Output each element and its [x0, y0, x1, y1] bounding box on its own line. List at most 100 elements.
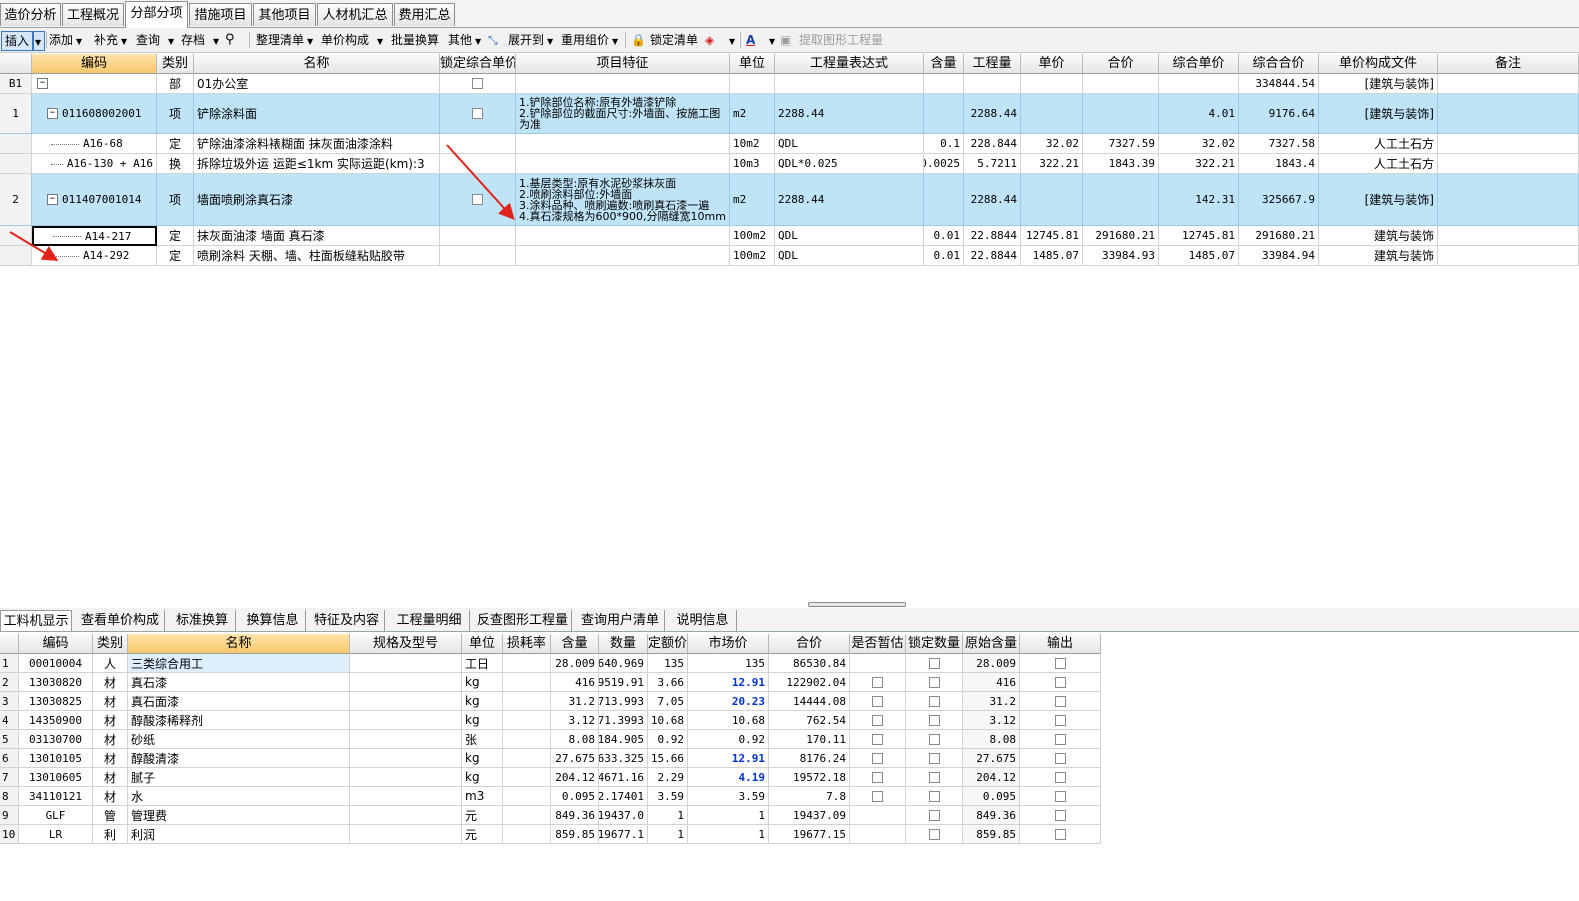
lock-quantity-checkbox-cell[interactable] — [906, 730, 963, 749]
resource-row[interactable]: 7 13010605 材腻子 kg 204.12 4671.16 2.29 4.19 19572… — [0, 768, 1101, 787]
header-market-price[interactable]: 市场价 — [688, 634, 769, 654]
unit-cell[interactable]: 张 — [462, 730, 503, 749]
content-cell[interactable]: 0.095 — [551, 787, 599, 806]
spec-cell[interactable] — [350, 806, 462, 825]
quantity-cell[interactable]: 640.969 — [599, 654, 648, 673]
output-checkbox-cell[interactable] — [1020, 654, 1101, 673]
estimate-checkbox[interactable] — [872, 771, 883, 783]
row-number[interactable]: 9 — [0, 806, 19, 825]
type-cell[interactable]: 材 — [93, 787, 128, 806]
code-cell[interactable]: 13030825 — [19, 692, 93, 711]
output-checkbox[interactable] — [1054, 657, 1066, 669]
spec-cell[interactable] — [350, 730, 462, 749]
lock-quantity-checkbox-cell[interactable] — [906, 787, 963, 806]
code-cell[interactable]: 14350900 — [19, 711, 93, 730]
output-checkbox[interactable] — [1054, 752, 1066, 764]
row-number[interactable]: 8 — [0, 787, 19, 806]
spec-cell[interactable] — [350, 749, 462, 768]
tab-query-user-list[interactable]: 查询用户清单 — [576, 610, 665, 631]
quota-price-cell[interactable]: 10.68 — [648, 711, 688, 730]
resource-row[interactable]: 3 13030825 材真石面漆 kg 31.2 713.993 7.05 20.23 1444… — [0, 692, 1101, 711]
unit-cell[interactable]: kg — [462, 673, 503, 692]
tab-reverse-graphic-quantity[interactable]: 反查图形工程量 — [474, 610, 572, 631]
lock-quantity-checkbox[interactable] — [928, 752, 940, 764]
quantity-cell[interactable]: 633.325 — [599, 749, 648, 768]
code-cell[interactable]: GLF — [19, 806, 93, 825]
unit-cell[interactable]: 工日 — [462, 654, 503, 673]
total-cell[interactable]: 19572.18 — [769, 768, 850, 787]
tab-view-unit-composition[interactable]: 查看单价构成 — [76, 610, 165, 631]
total-cell[interactable]: 762.54 — [769, 711, 850, 730]
type-cell[interactable]: 材 — [93, 768, 128, 787]
lock-quantity-checkbox-cell[interactable] — [906, 673, 963, 692]
estimate-checkbox-cell[interactable] — [850, 768, 906, 787]
type-cell[interactable]: 材 — [93, 730, 128, 749]
code-cell[interactable]: 13010605 — [19, 768, 93, 787]
row-number[interactable]: 1 — [0, 654, 19, 673]
quantity-cell[interactable]: 2.17401 — [599, 787, 648, 806]
content-cell[interactable]: 859.85 — [551, 825, 599, 844]
resource-row[interactable]: 1 00010004 人三类综合用工 工日 28.009 640.969 135 135 865… — [0, 654, 1101, 673]
output-checkbox[interactable] — [1054, 790, 1066, 802]
original-content-cell[interactable]: 3.12 — [963, 711, 1020, 730]
output-checkbox-cell[interactable] — [1020, 787, 1101, 806]
lock-quantity-checkbox-cell[interactable] — [906, 654, 963, 673]
row-number[interactable]: 6 — [0, 749, 19, 768]
original-content-cell[interactable]: 849.36 — [963, 806, 1020, 825]
row-number[interactable]: 7 — [0, 768, 19, 787]
loss-rate-cell[interactable] — [503, 692, 551, 711]
estimate-checkbox-cell[interactable] — [850, 711, 906, 730]
estimate-checkbox[interactable] — [872, 790, 883, 802]
resource-row[interactable]: 9 GLF 管管理费元 849.36 19437.0 1 1 19437.09 849.36 — [0, 806, 1101, 825]
original-content-cell[interactable]: 8.08 — [963, 730, 1020, 749]
original-content-cell[interactable]: 27.675 — [963, 749, 1020, 768]
lock-quantity-checkbox[interactable] — [928, 695, 940, 707]
total-cell[interactable]: 7.8 — [769, 787, 850, 806]
output-checkbox[interactable] — [1054, 733, 1066, 745]
quota-price-cell[interactable]: 1 — [648, 806, 688, 825]
header-type[interactable]: 类别 — [93, 634, 128, 654]
total-cell[interactable]: 170.11 — [769, 730, 850, 749]
quota-price-cell[interactable]: 3.59 — [648, 787, 688, 806]
header-code[interactable]: 编码 — [19, 634, 93, 654]
resource-row[interactable]: 2 13030820 材真石漆 kg 416 9519.91 3.66 12.91 122902… — [0, 673, 1101, 692]
quota-price-cell[interactable]: 7.05 — [648, 692, 688, 711]
row-number[interactable]: 10 — [0, 825, 19, 844]
quantity-cell[interactable]: 19677.1 — [599, 825, 648, 844]
market-price-cell[interactable]: 3.59 — [688, 787, 769, 806]
estimate-checkbox-cell[interactable] — [850, 825, 906, 844]
name-cell[interactable]: 醇酸漆稀释剂 — [128, 711, 350, 730]
type-cell[interactable]: 材 — [93, 711, 128, 730]
unit-cell[interactable]: kg — [462, 749, 503, 768]
quota-price-cell[interactable]: 0.92 — [648, 730, 688, 749]
total-cell[interactable]: 86530.84 — [769, 654, 850, 673]
code-cell[interactable]: 13030820 — [19, 673, 93, 692]
estimate-checkbox-cell[interactable] — [850, 673, 906, 692]
header-loss-rate[interactable]: 损耗率 — [503, 634, 551, 654]
unit-cell[interactable]: kg — [462, 711, 503, 730]
loss-rate-cell[interactable] — [503, 749, 551, 768]
output-checkbox-cell[interactable] — [1020, 711, 1101, 730]
market-price-cell[interactable]: 135 — [688, 654, 769, 673]
market-price-cell[interactable]: 20.23 — [688, 692, 769, 711]
loss-rate-cell[interactable] — [503, 654, 551, 673]
estimate-checkbox-cell[interactable] — [850, 787, 906, 806]
original-content-cell[interactable]: 204.12 — [963, 768, 1020, 787]
estimate-checkbox[interactable] — [872, 695, 883, 707]
content-cell[interactable]: 204.12 — [551, 768, 599, 787]
content-cell[interactable]: 8.08 — [551, 730, 599, 749]
code-cell[interactable]: 00010004 — [19, 654, 93, 673]
tab-description[interactable]: 说明信息 — [669, 610, 737, 631]
market-price-cell[interactable]: 10.68 — [688, 711, 769, 730]
quantity-cell[interactable]: 71.3993 — [599, 711, 648, 730]
total-cell[interactable]: 122902.04 — [769, 673, 850, 692]
output-checkbox[interactable] — [1054, 714, 1066, 726]
output-checkbox[interactable] — [1054, 771, 1066, 783]
spec-cell[interactable] — [350, 768, 462, 787]
quota-price-cell[interactable]: 15.66 — [648, 749, 688, 768]
output-checkbox-cell[interactable] — [1020, 768, 1101, 787]
type-cell[interactable]: 管 — [93, 806, 128, 825]
header-name[interactable]: 名称 — [128, 634, 350, 654]
tab-quantity-detail[interactable]: 工程量明细 — [389, 610, 470, 631]
spec-cell[interactable] — [350, 692, 462, 711]
